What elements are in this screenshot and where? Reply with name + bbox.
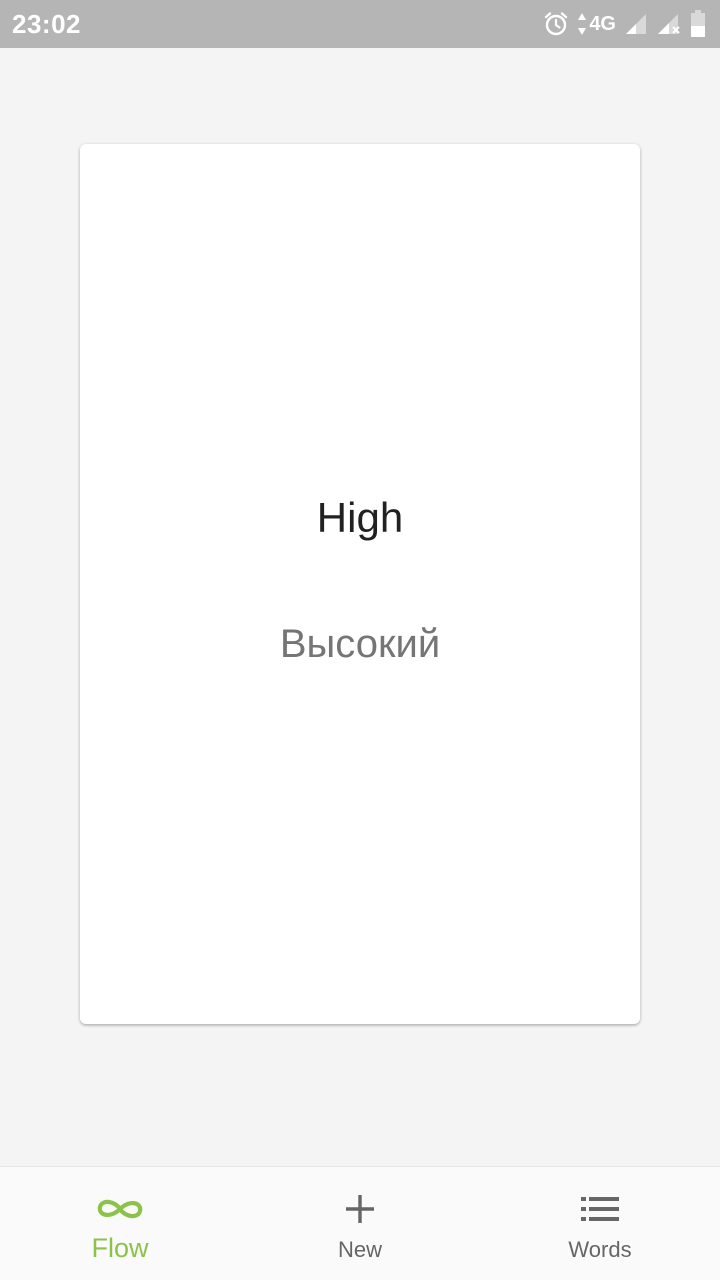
network-indicator: 4G bbox=[577, 12, 616, 36]
flashcard[interactable]: High Высокий bbox=[80, 144, 640, 1024]
nav-label-words: Words bbox=[568, 1237, 632, 1262]
data-arrows-icon bbox=[577, 12, 587, 36]
signal-icon bbox=[624, 12, 648, 36]
card-translation: Высокий bbox=[279, 622, 441, 666]
alarm-icon bbox=[543, 11, 569, 37]
status-bar: 23:02 4G bbox=[0, 0, 720, 48]
signal-no-sim-icon bbox=[656, 12, 682, 36]
nav-label-flow: Flow bbox=[91, 1233, 149, 1263]
plus-icon bbox=[344, 1191, 376, 1227]
status-icons: 4G bbox=[543, 0, 706, 48]
network-type: 4G bbox=[589, 12, 616, 35]
nav-item-flow[interactable]: Flow bbox=[0, 1167, 240, 1280]
card-word: High bbox=[316, 494, 404, 541]
battery-icon bbox=[690, 10, 706, 38]
status-time: 23:02 bbox=[12, 8, 81, 39]
nav-label-new: New bbox=[337, 1237, 382, 1262]
bottom-navigation: Flow New Words bbox=[0, 1166, 720, 1280]
list-icon bbox=[580, 1191, 620, 1227]
nav-item-words[interactable]: Words bbox=[480, 1167, 720, 1280]
infinity-icon bbox=[94, 1191, 146, 1227]
nav-item-new[interactable]: New bbox=[240, 1167, 480, 1280]
